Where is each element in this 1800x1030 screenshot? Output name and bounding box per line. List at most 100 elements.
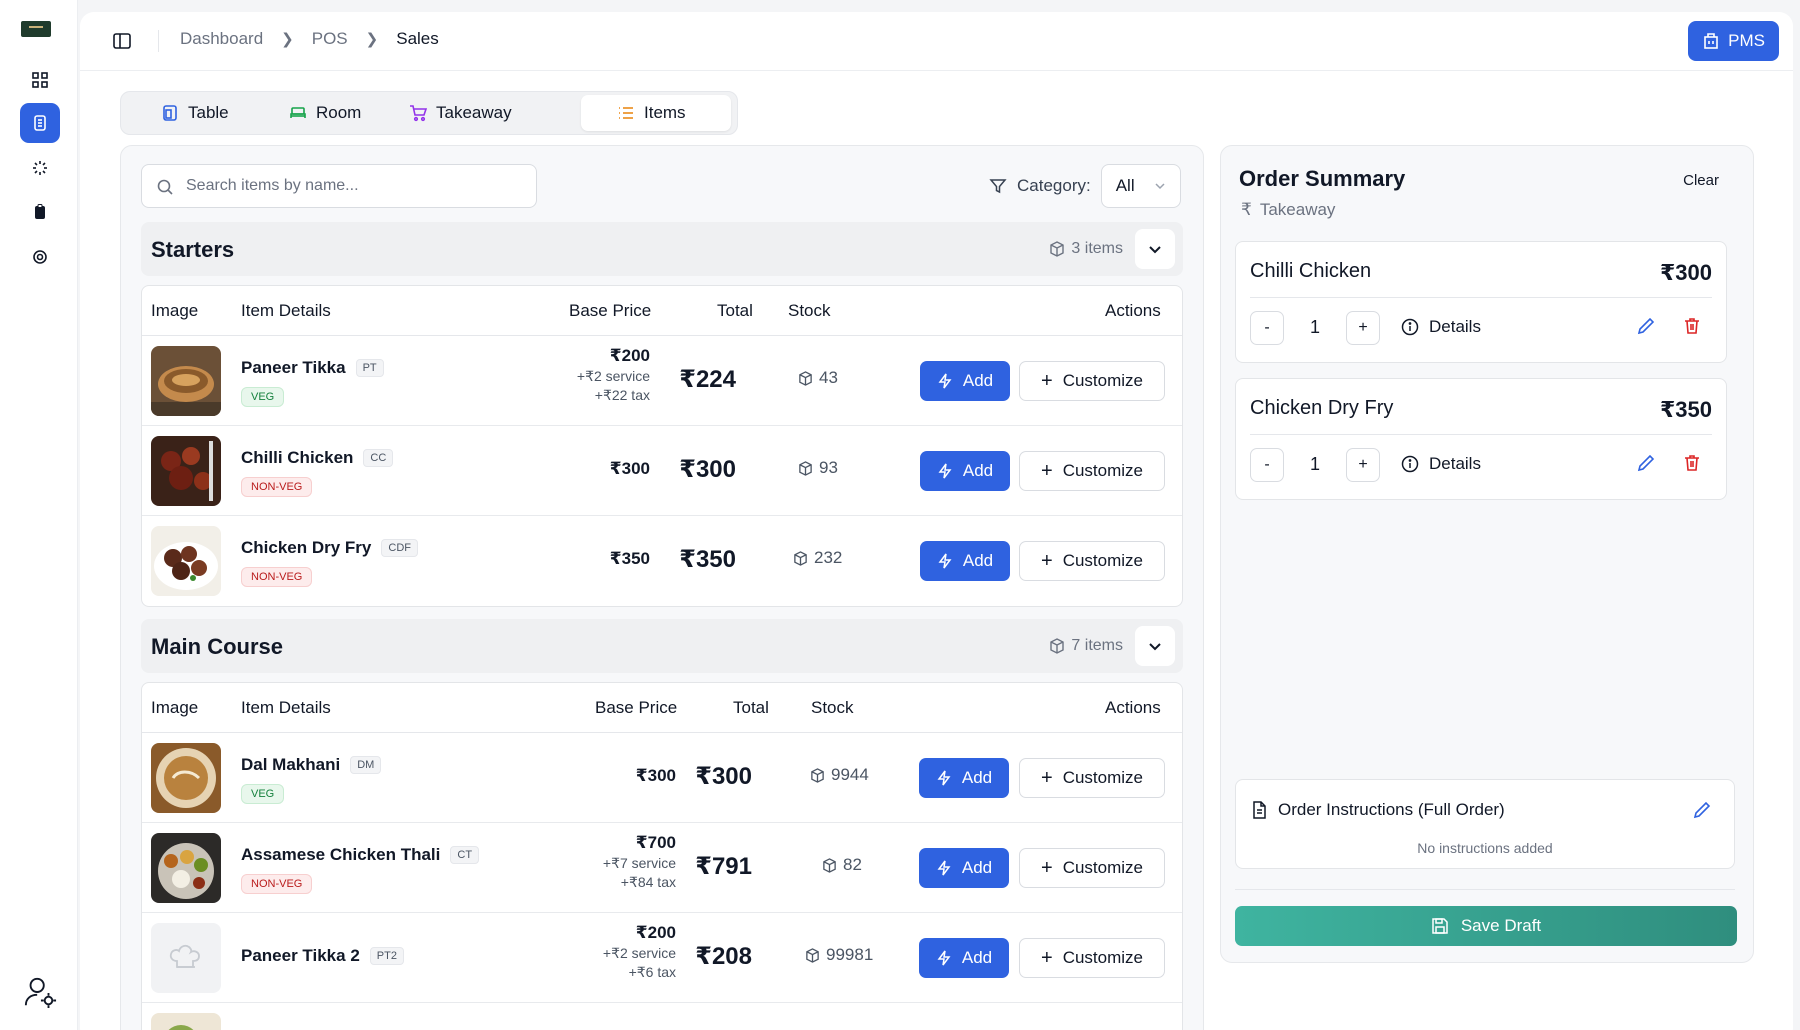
breadcrumb-pos[interactable]: POS	[312, 29, 348, 49]
chef-hat-icon	[169, 944, 200, 968]
add-button[interactable]: Add	[919, 758, 1009, 798]
order-type: ₹ Takeaway	[1241, 200, 1335, 220]
plus-icon: +	[1041, 459, 1053, 482]
add-button[interactable]: Add	[919, 848, 1009, 888]
order-item-name: Chicken Dry Fry	[1250, 397, 1394, 419]
tab-label: Table	[188, 103, 229, 122]
total-price: ₹208	[695, 943, 752, 970]
veg-badge: VEG	[241, 387, 285, 407]
veg-badge: VEG	[241, 784, 285, 804]
customize-button[interactable]: + Customize	[1019, 361, 1165, 401]
details-button[interactable]: Details	[1401, 454, 1481, 474]
customize-button[interactable]: + Customize	[1019, 451, 1165, 491]
package-icon	[799, 370, 812, 386]
document-icon	[1253, 801, 1266, 819]
starters-table: Image Item Details Base Price Total Stoc…	[141, 285, 1183, 607]
item-code: DM	[350, 756, 382, 774]
order-item: Chicken Dry Fry ₹350 - 1 + Details	[1235, 378, 1727, 500]
sidebar-loader-icon[interactable]	[20, 148, 60, 188]
clear-button[interactable]: Clear	[1683, 172, 1719, 189]
items-panel: Search items by name... Category: All St…	[120, 145, 1204, 1030]
increase-qty-button[interactable]: +	[1346, 448, 1380, 482]
lightning-icon	[938, 463, 952, 479]
details-button[interactable]: Details	[1401, 317, 1481, 337]
chevron-right-icon: ❯	[365, 31, 379, 48]
collapse-button[interactable]	[1135, 229, 1175, 269]
cart-icon	[410, 105, 427, 122]
edit-icon[interactable]	[1636, 316, 1656, 336]
instructions-title: Order Instructions (Full Order)	[1250, 800, 1505, 820]
brand-logo[interactable]	[21, 21, 51, 37]
col-actions: Actions	[1105, 698, 1161, 717]
order-type-label: Takeaway	[1259, 200, 1336, 219]
customize-button[interactable]: + Customize	[1019, 758, 1165, 798]
sidebar-clipboard-icon[interactable]	[20, 192, 60, 232]
add-button[interactable]: Add	[920, 361, 1010, 401]
pms-button[interactable]: PMS	[1688, 21, 1779, 61]
decrease-qty-button[interactable]: -	[1250, 311, 1284, 345]
customize-button[interactable]: + Customize	[1019, 938, 1165, 978]
add-button[interactable]: Add	[919, 938, 1009, 978]
add-label: Add	[962, 551, 994, 570]
order-type-tabs: Table Room Takeaway Items	[120, 91, 738, 135]
breadcrumb: Dashboard ❯ POS ❯ Sales	[180, 29, 439, 49]
category-select[interactable]: All	[1100, 164, 1181, 208]
table-header: Image Item Details Base Price Total Stoc…	[142, 286, 1182, 336]
plus-icon: +	[1041, 856, 1053, 879]
customize-label: Customize	[1062, 371, 1143, 390]
item-image	[151, 346, 221, 416]
lightning-icon	[937, 860, 951, 876]
edit-icon[interactable]	[1636, 453, 1656, 473]
base-price: ₹200 +₹2 service +₹6 tax	[603, 923, 676, 981]
sidebar-dashboard-icon[interactable]	[20, 60, 60, 100]
filter-icon	[989, 179, 1007, 194]
trash-icon[interactable]	[1682, 316, 1702, 336]
sidebar-pos-icon[interactable]	[20, 103, 60, 143]
package-icon	[794, 550, 807, 566]
col-stock: Stock	[788, 301, 831, 320]
save-draft-button[interactable]: Save Draft	[1235, 906, 1737, 946]
item-name-text: Chilli Chicken	[241, 448, 354, 467]
lightning-icon	[938, 373, 952, 389]
decrease-qty-button[interactable]: -	[1250, 448, 1284, 482]
customize-button[interactable]: + Customize	[1019, 848, 1165, 888]
edit-icon[interactable]	[1692, 800, 1712, 820]
item-image	[151, 526, 221, 596]
tab-room[interactable]: Room	[275, 95, 375, 131]
add-button[interactable]: Add	[920, 451, 1010, 491]
increase-qty-button[interactable]: +	[1346, 311, 1380, 345]
item-code: PT2	[369, 947, 404, 965]
collapse-button[interactable]	[1135, 626, 1175, 666]
order-item-name: Chilli Chicken	[1250, 260, 1372, 282]
package-icon	[811, 767, 824, 783]
stock-value: 232	[814, 548, 843, 567]
stock-value: 43	[819, 368, 838, 387]
trash-icon[interactable]	[1682, 453, 1702, 473]
sidebar-toggle-icon[interactable]	[110, 29, 134, 53]
user-settings-icon[interactable]	[20, 972, 60, 1012]
col-actions: Actions	[1105, 301, 1161, 320]
sidebar-settings-icon[interactable]	[20, 237, 60, 277]
tab-items[interactable]: Items	[581, 95, 731, 131]
divider	[1250, 434, 1712, 435]
col-base-price: Base Price	[595, 698, 678, 717]
tab-label: Takeaway	[436, 103, 512, 122]
main-content: Dashboard ❯ POS ❯ Sales PMS Table Room T…	[80, 12, 1793, 1030]
base-price-value: ₹700	[635, 833, 676, 852]
breadcrumb-dashboard[interactable]: Dashboard	[180, 29, 263, 49]
search-input[interactable]: Search items by name...	[141, 164, 537, 208]
tab-table[interactable]: Table	[147, 95, 243, 131]
package-icon	[1050, 241, 1065, 257]
rupee-icon: ₹	[1241, 200, 1252, 219]
customize-button[interactable]: + Customize	[1019, 541, 1165, 581]
item-name: Assamese Chicken Thali CT	[241, 845, 480, 865]
instructions-title-text: Order Instructions (Full Order)	[1278, 800, 1505, 819]
tab-takeaway[interactable]: Takeaway	[395, 95, 526, 131]
sidebar	[0, 0, 78, 1030]
add-label: Add	[962, 461, 994, 480]
add-button[interactable]: Add	[920, 541, 1010, 581]
table-row: Chicken Dry Fry CDF NON-VEG ₹350 ₹350 232…	[142, 516, 1182, 606]
add-label: Add	[961, 858, 993, 877]
quantity-value: 1	[1310, 317, 1321, 337]
item-code: PT	[355, 359, 384, 377]
